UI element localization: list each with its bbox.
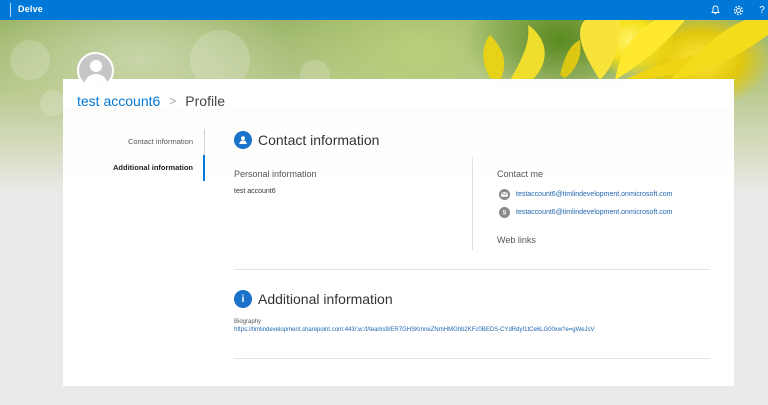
skype-icon: S bbox=[499, 207, 510, 218]
nav-item-label: Additional information bbox=[113, 163, 193, 172]
biography-label: Biography bbox=[234, 319, 262, 325]
app-launcher-divider bbox=[10, 3, 11, 17]
svg-text:S: S bbox=[502, 211, 506, 216]
breadcrumb-user-name[interactable]: test account6 bbox=[77, 93, 160, 109]
contact-section-title: Contact information bbox=[258, 132, 380, 148]
info-icon: i bbox=[234, 290, 252, 308]
section-divider-bottom bbox=[234, 358, 710, 359]
personal-information-label: Personal information bbox=[234, 169, 317, 179]
biography-link[interactable]: https://timlindevelopment.sharepoint.com… bbox=[234, 327, 595, 333]
nav-item-active-indicator bbox=[203, 155, 205, 181]
breadcrumb: test account6 > Profile bbox=[77, 93, 225, 109]
mail-icon bbox=[499, 189, 510, 200]
bell-icon[interactable] bbox=[708, 3, 722, 17]
help-icon[interactable]: ? bbox=[755, 3, 768, 17]
skype-link[interactable]: testaccount6@timlindevelopment.onmicroso… bbox=[516, 209, 673, 216]
web-links-label: Web links bbox=[497, 235, 536, 245]
nav-item-additional-information[interactable]: Additional information bbox=[63, 155, 205, 181]
section-nav: Contact information Additional informati… bbox=[63, 129, 205, 181]
contact-person-icon bbox=[234, 131, 252, 149]
nav-item-contact-information[interactable]: Contact information bbox=[63, 129, 205, 155]
column-divider bbox=[472, 157, 473, 250]
additional-section-title: Additional information bbox=[258, 291, 393, 307]
section-divider bbox=[234, 269, 710, 270]
contact-me-label: Contact me bbox=[497, 169, 544, 179]
top-bar: Delve ? bbox=[0, 0, 768, 20]
personal-information-value: test account6 bbox=[234, 188, 276, 195]
nav-item-label: Contact information bbox=[127, 137, 193, 146]
breadcrumb-separator: > bbox=[169, 94, 177, 108]
app-name[interactable]: Delve bbox=[18, 4, 43, 14]
page-title: Profile bbox=[185, 93, 225, 109]
avatar[interactable] bbox=[77, 52, 114, 89]
banner-bokeh bbox=[10, 40, 50, 80]
avatar-head-shape bbox=[90, 60, 102, 72]
gear-icon[interactable] bbox=[731, 3, 745, 17]
email-link[interactable]: testaccount6@timlindevelopment.onmicroso… bbox=[516, 191, 673, 198]
nav-item-indicator bbox=[204, 129, 205, 155]
profile-card bbox=[63, 79, 734, 386]
avatar-body-shape bbox=[84, 74, 108, 87]
